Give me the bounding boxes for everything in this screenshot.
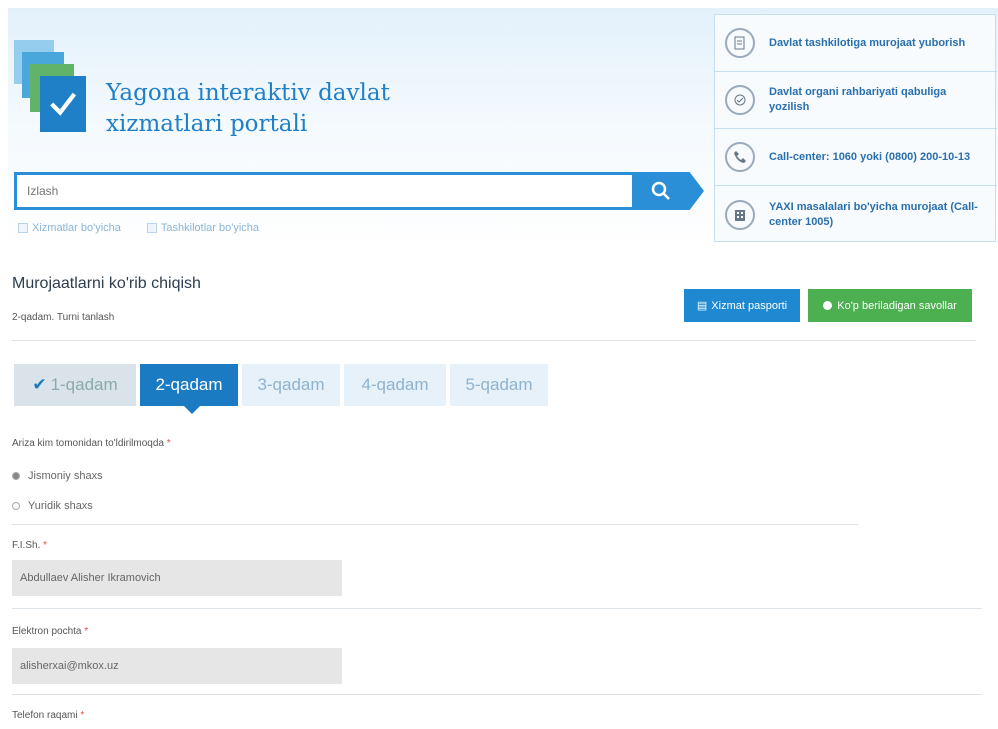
document-icon: ▤ — [696, 300, 708, 312]
form-divider — [12, 524, 858, 525]
search-option-organizations[interactable]: Tashkilotlar bo'yicha — [146, 222, 259, 234]
faq-button[interactable]: Ko'p beriladigan savollar — [808, 289, 972, 322]
info-icon — [823, 301, 833, 310]
page-title: Murojaatlarni ko'rib chiqish — [12, 275, 201, 292]
step-tab-3[interactable]: 3-qadam — [242, 364, 340, 406]
info-links-panel: Davlat tashkilotiga murojaat yuborish Da… — [714, 14, 997, 243]
applicant-type-label: Arizа kim tomonidan to'ldirilmoqda * — [12, 438, 171, 449]
step-tab-5[interactable]: 5-qadam — [450, 364, 548, 406]
form-divider — [12, 694, 982, 695]
search-button[interactable] — [632, 172, 704, 210]
phone-label: Telefon raqami * — [12, 710, 85, 721]
document-edit-icon — [725, 28, 755, 58]
portal-logo[interactable] — [14, 40, 94, 140]
search-icon — [651, 181, 670, 200]
checkmark-icon — [40, 76, 86, 132]
service-passport-button[interactable]: ▤ Xizmat pasporti — [684, 289, 800, 322]
page-subtitle: 2-qadam. Turni tanlash — [12, 312, 115, 323]
office-icon — [725, 199, 755, 230]
radio-legal-entity[interactable]: Yuridik shaxs — [12, 500, 93, 512]
check-icon: ✔ — [32, 375, 47, 394]
phone-icon — [725, 142, 755, 172]
search-options: Xizmatlar bo'yicha Tashkilotlar bo'yicha — [18, 222, 259, 234]
info-link-yaxi[interactable]: YAXI masalalari bo'yicha murojaat (Call-… — [715, 186, 997, 243]
checkmark-circle-icon — [725, 85, 755, 115]
search-input[interactable] — [14, 172, 634, 210]
section-divider — [12, 340, 976, 341]
info-link-reception[interactable]: Davlat organi rahbariyati qabuliga yozil… — [715, 72, 997, 129]
email-label: Elektron pochta * — [12, 626, 89, 637]
info-link-send-appeal[interactable]: Davlat tashkilotiga murojaat yuborish — [715, 15, 997, 72]
portal-title: Yagona interaktiv davlat xizmatlari port… — [106, 80, 390, 137]
fio-field[interactable] — [12, 560, 342, 596]
step-tab-2[interactable]: 2-qadam — [140, 364, 238, 414]
form-divider — [12, 608, 982, 609]
step-tab-4[interactable]: 4-qadam — [344, 364, 446, 406]
step-tabs: ✔ 1-qadam 2-qadam 3-qadam 4-qadam 5-qadam — [14, 364, 548, 414]
radio-button[interactable] — [12, 472, 20, 480]
info-link-call-center[interactable]: Call-center: 1060 yoki (0800) 200-10-13 — [715, 129, 997, 186]
radio-button[interactable] — [12, 502, 20, 510]
fio-label: F.I.Sh. * — [12, 540, 48, 551]
step-tab-1[interactable]: ✔ 1-qadam — [14, 364, 136, 406]
search-bar — [14, 172, 704, 210]
radio-individual[interactable]: Jismoniy shaxs — [12, 470, 103, 482]
search-option-services[interactable]: Xizmatlar bo'yicha — [18, 222, 121, 234]
email-field[interactable] — [12, 648, 342, 684]
